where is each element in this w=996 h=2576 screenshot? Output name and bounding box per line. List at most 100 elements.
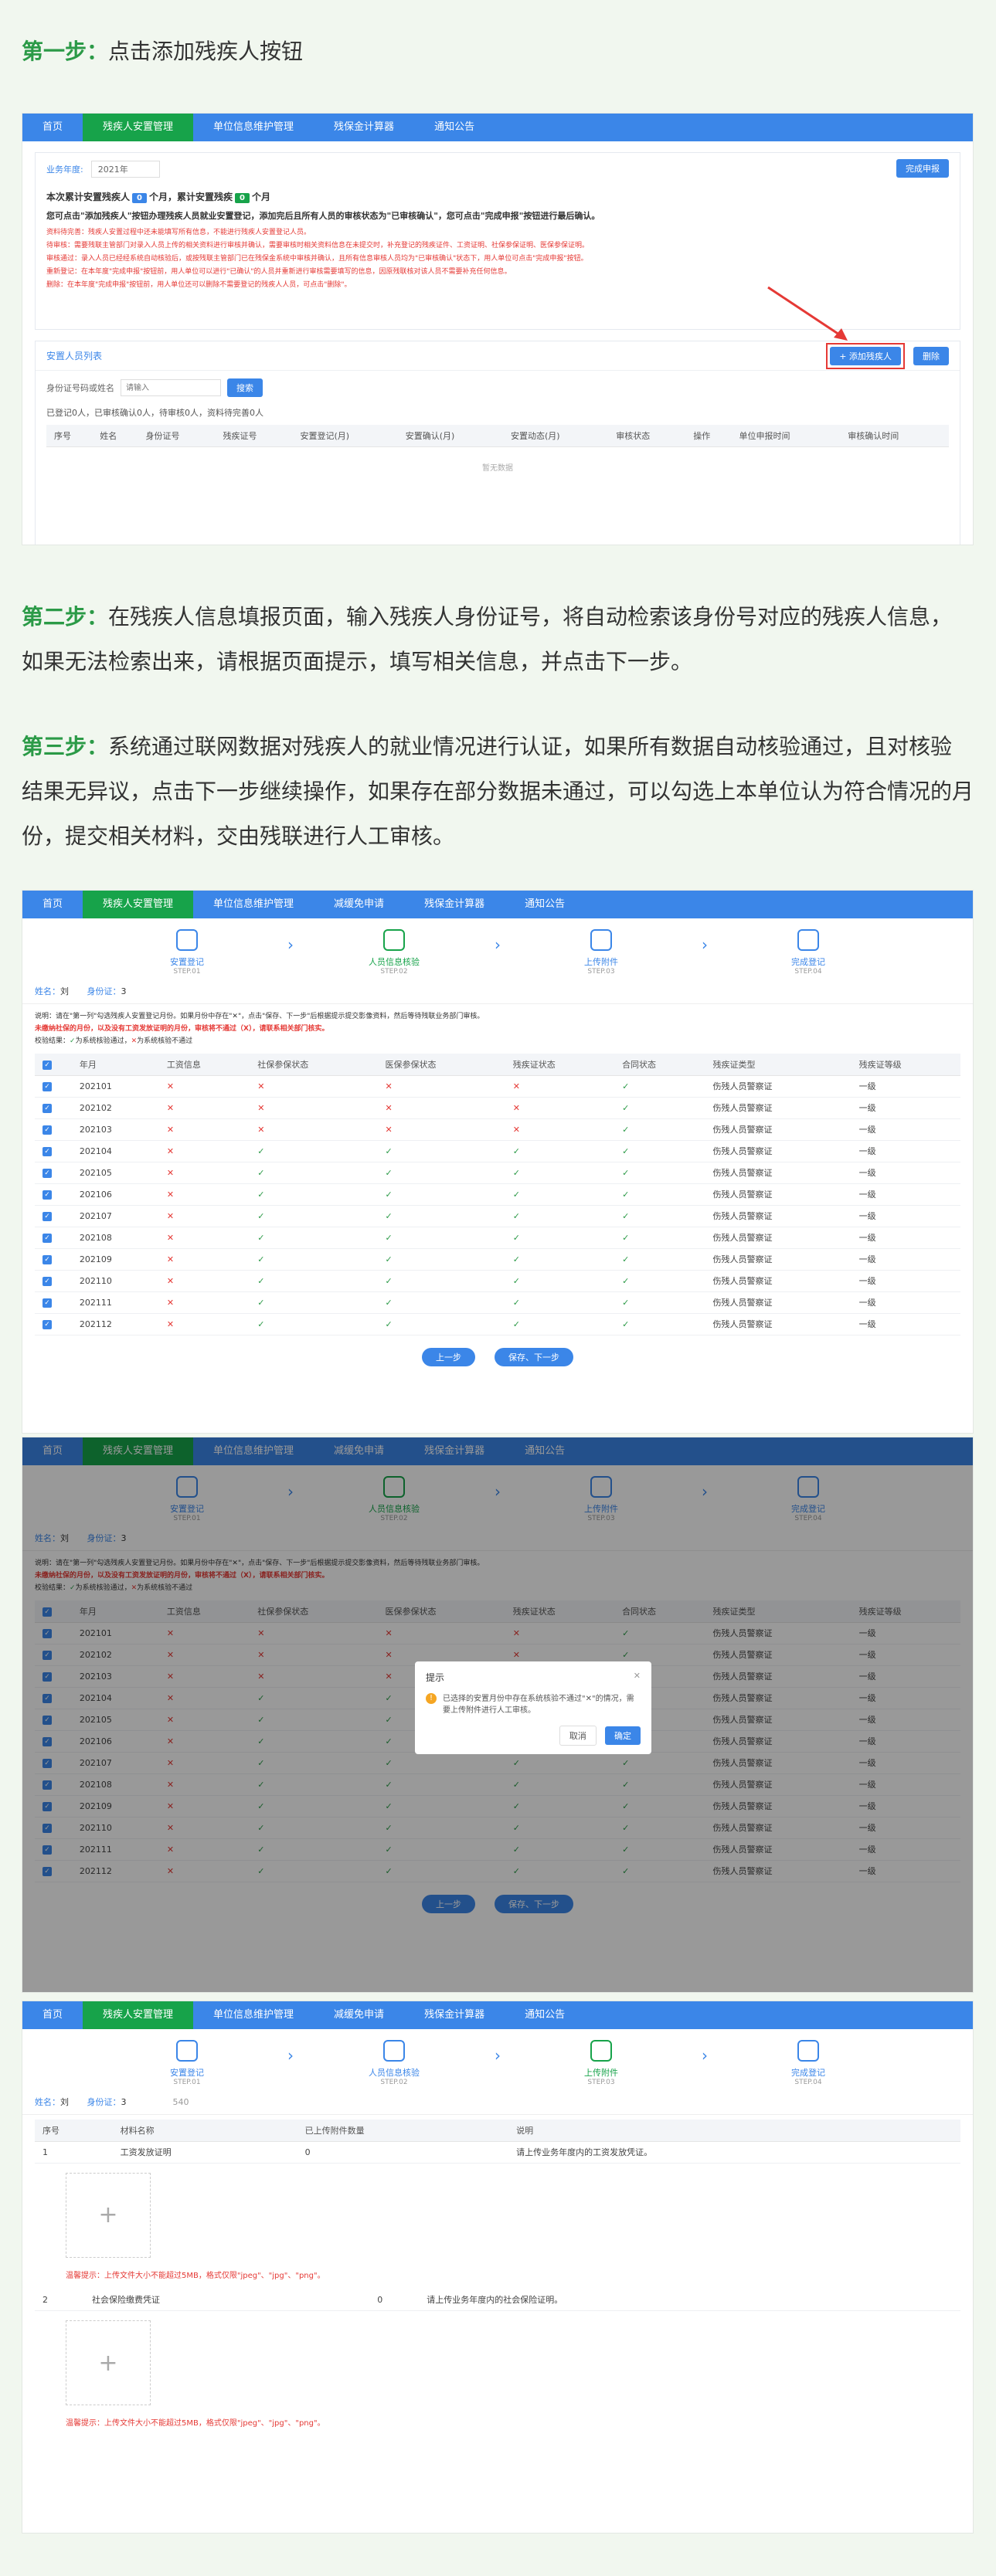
cell-type: 伤残人员警察证 bbox=[705, 1162, 852, 1184]
chevron-right-icon: › bbox=[287, 2046, 294, 2065]
legend-pre: 校验结果： bbox=[35, 1037, 70, 1045]
complete-apply-button[interactable]: 完成申报 bbox=[896, 159, 949, 178]
stepper: 安置登记 STEP.01 › 人员信息核验 STEP.02 › 上传附件 STEP.03 › 完成… bbox=[22, 2029, 973, 2089]
col-header: 安置确认(月) bbox=[397, 425, 503, 447]
nav-unit-info[interactable]: 单位信息维护管理 bbox=[193, 114, 314, 141]
row-checkbox[interactable]: ✓ bbox=[42, 1125, 52, 1135]
verify-legend: 校验结果：✓为系统核验通过，✕为系统核验不通过 bbox=[35, 1035, 960, 1047]
upload-tip: 温馨提示：上传文件大小不能超过5MB，格式仅限"jpeg"、"jpg"、"png… bbox=[66, 2419, 325, 2428]
step-icon bbox=[383, 929, 405, 951]
cross-icon: ✕ bbox=[158, 1118, 250, 1141]
cell-month: 202106 bbox=[71, 1183, 159, 1206]
cross-icon: ✕ bbox=[131, 1037, 138, 1045]
confirm-modal: 提示 ✕ ! 已选择的安置月份中存在系统核验不通过"✕"的情况，需要上传附件进行… bbox=[415, 1661, 651, 1754]
nav-item[interactable]: 通知公告 bbox=[505, 2001, 585, 2029]
save-next-button[interactable]: 保存、下一步 bbox=[495, 1347, 574, 1366]
nav-item[interactable]: 通知公告 bbox=[505, 891, 585, 918]
modal-confirm-button[interactable]: 确定 bbox=[605, 1726, 641, 1745]
delete-button[interactable]: 删除 bbox=[913, 346, 949, 365]
add-disabled-button[interactable]: + 添加残疾人 bbox=[830, 346, 901, 365]
row-checkbox[interactable]: ✓ bbox=[42, 1082, 52, 1091]
upload-table: 序号 材料名称 已上传附件数量 说明 1 工资发放证明 0 请上传业务年度内的工… bbox=[22, 2115, 973, 2442]
nav-item[interactable]: 残疾人安置管理 bbox=[83, 2001, 194, 2029]
nav-item[interactable]: 单位信息维护管理 bbox=[193, 891, 314, 918]
col-header: 工资信息 bbox=[158, 1054, 250, 1076]
cross-icon: ✕ bbox=[158, 1162, 250, 1184]
search-button[interactable]: 搜索 bbox=[227, 378, 263, 397]
col-header: 残疾证号 bbox=[215, 425, 293, 447]
step-label: 完成登记 bbox=[791, 2068, 825, 2078]
nav-item[interactable]: 减缓免申请 bbox=[314, 2001, 404, 2029]
summary-line: 本次累计安置残疾人 0 个月，累计安置残疾 0 个月 bbox=[46, 190, 949, 203]
chevron-right-icon: › bbox=[702, 935, 708, 954]
nav-notice[interactable]: 通知公告 bbox=[414, 114, 495, 141]
id-suffix: 540 bbox=[172, 2097, 189, 2107]
verify-warn: 未缴纳社保的月份，以及没有工资发放证明的月份，审核将不通过（X），请联系相关部门… bbox=[35, 1025, 329, 1033]
upload-plus-icon[interactable]: + bbox=[66, 2320, 151, 2405]
nav-item[interactable]: 减缓免申请 bbox=[314, 891, 404, 918]
nav-home[interactable]: 首页 bbox=[22, 114, 83, 141]
row-checkbox[interactable]: ✓ bbox=[42, 1255, 52, 1264]
nav-placement[interactable]: 残疾人安置管理 bbox=[83, 114, 194, 141]
nav-item[interactable]: 残疾人安置管理 bbox=[83, 891, 194, 918]
row-checkbox[interactable]: ✓ bbox=[42, 1234, 52, 1243]
check-icon: ✓ bbox=[505, 1313, 615, 1336]
check-icon: ✓ bbox=[377, 1270, 505, 1292]
row-no: 2 bbox=[35, 2289, 85, 2311]
modal-title: 提示 bbox=[426, 1672, 445, 1683]
nav-calculator[interactable]: 残保金计算器 bbox=[314, 114, 414, 141]
nav-item[interactable]: 首页 bbox=[22, 891, 83, 918]
prev-button[interactable]: 上一步 bbox=[421, 1347, 475, 1366]
check-icon: ✓ bbox=[614, 1140, 705, 1162]
check-icon: ✓ bbox=[70, 1037, 76, 1045]
col-header: 审核状态 bbox=[608, 425, 686, 447]
notes-list: 资料待完善：残疾人安置过程中还未能填写所有信息，不能进行残疾人安置登记人员。 待… bbox=[46, 226, 949, 292]
row-checkbox[interactable]: ✓ bbox=[42, 1277, 52, 1286]
modal-cancel-button[interactable]: 取消 bbox=[559, 1726, 597, 1746]
row-checkbox[interactable]: ✓ bbox=[42, 1212, 52, 1221]
search-row: 身份证号码或姓名 搜索 bbox=[36, 371, 960, 405]
col-header: 年月 bbox=[71, 1054, 159, 1076]
step3-text: 第三步：系统通过联网数据对残疾人的就业情况进行认证，如果所有数据自动核验通过，且… bbox=[22, 725, 974, 859]
cross-icon: ✕ bbox=[377, 1075, 505, 1098]
cell-type: 伤残人员警察证 bbox=[705, 1248, 852, 1271]
top-nav: 首页 残疾人安置管理 单位信息维护管理 减缓免申请 残保金计算器 通知公告 bbox=[22, 2001, 973, 2029]
cell-type: 伤残人员警察证 bbox=[705, 1097, 852, 1119]
step2-text: 第二步：在残疾人信息填报页面，输入残疾人身份证号，将自动检索该身份号对应的残疾人… bbox=[22, 595, 974, 684]
empty-text: 暂无数据 bbox=[482, 463, 513, 473]
check-icon: ✓ bbox=[505, 1205, 615, 1227]
nav-item[interactable]: 首页 bbox=[22, 2001, 83, 2029]
table-row: ✓ 202110 ✕ ✓ ✓ ✓ ✓ 伤残人员警察证 一级 bbox=[35, 1270, 960, 1292]
modal-header: 提示 ✕ bbox=[426, 1671, 641, 1684]
select-all-checkbox[interactable]: ✓ bbox=[42, 1060, 52, 1070]
row-checkbox[interactable]: ✓ bbox=[42, 1298, 52, 1308]
step-item: 人员信息核验 STEP.02 bbox=[325, 929, 464, 976]
nav-item[interactable]: 残保金计算器 bbox=[404, 2001, 505, 2029]
person-bar: 姓名：刘 身份证：3 540 bbox=[22, 2089, 973, 2115]
nav-item[interactable]: 单位信息维护管理 bbox=[193, 2001, 314, 2029]
instruction: 您可点击"添加残疾人"按钮办理残疾人员就业安置登记，添加完后且所有人员的审核状态… bbox=[46, 211, 600, 221]
step-item: 安置登记 STEP.01 bbox=[117, 2040, 257, 2086]
nav-item[interactable]: 残保金计算器 bbox=[404, 891, 505, 918]
step-sub: STEP.02 bbox=[380, 968, 408, 976]
table-row: ✓ 202101 ✕ ✕ ✕ ✕ ✓ 伤残人员警察证 一级 bbox=[35, 1075, 960, 1098]
upload-tip: 温馨提示：上传文件大小不能超过5MB，格式仅限"jpeg"、"jpg"、"png… bbox=[66, 2271, 325, 2280]
row-checkbox[interactable]: ✓ bbox=[42, 1104, 52, 1113]
row-checkbox[interactable]: ✓ bbox=[42, 1147, 52, 1156]
count-badge-1: 0 bbox=[132, 193, 147, 203]
row-checkbox[interactable]: ✓ bbox=[42, 1320, 52, 1329]
search-input[interactable] bbox=[121, 379, 221, 396]
col-header: 医保参保状态 bbox=[377, 1054, 505, 1076]
col-no: 序号 bbox=[35, 2120, 113, 2142]
row-checkbox[interactable]: ✓ bbox=[42, 1169, 52, 1178]
year-row: 业务年度: 2021年 完成申报 bbox=[46, 159, 949, 178]
col-header: 残疾证等级 bbox=[851, 1054, 960, 1076]
cell-check: ✓ bbox=[35, 1075, 72, 1098]
close-icon[interactable]: ✕ bbox=[634, 1671, 641, 1684]
row-checkbox[interactable]: ✓ bbox=[42, 1190, 52, 1200]
col-header: 安置登记(月) bbox=[292, 425, 398, 447]
year-select[interactable]: 2021年 bbox=[90, 161, 160, 178]
upload-plus-icon[interactable]: + bbox=[66, 2172, 151, 2258]
step1-text: 第一步：点击添加残疾人按钮 bbox=[22, 29, 974, 74]
check-icon: ✓ bbox=[377, 1248, 505, 1271]
